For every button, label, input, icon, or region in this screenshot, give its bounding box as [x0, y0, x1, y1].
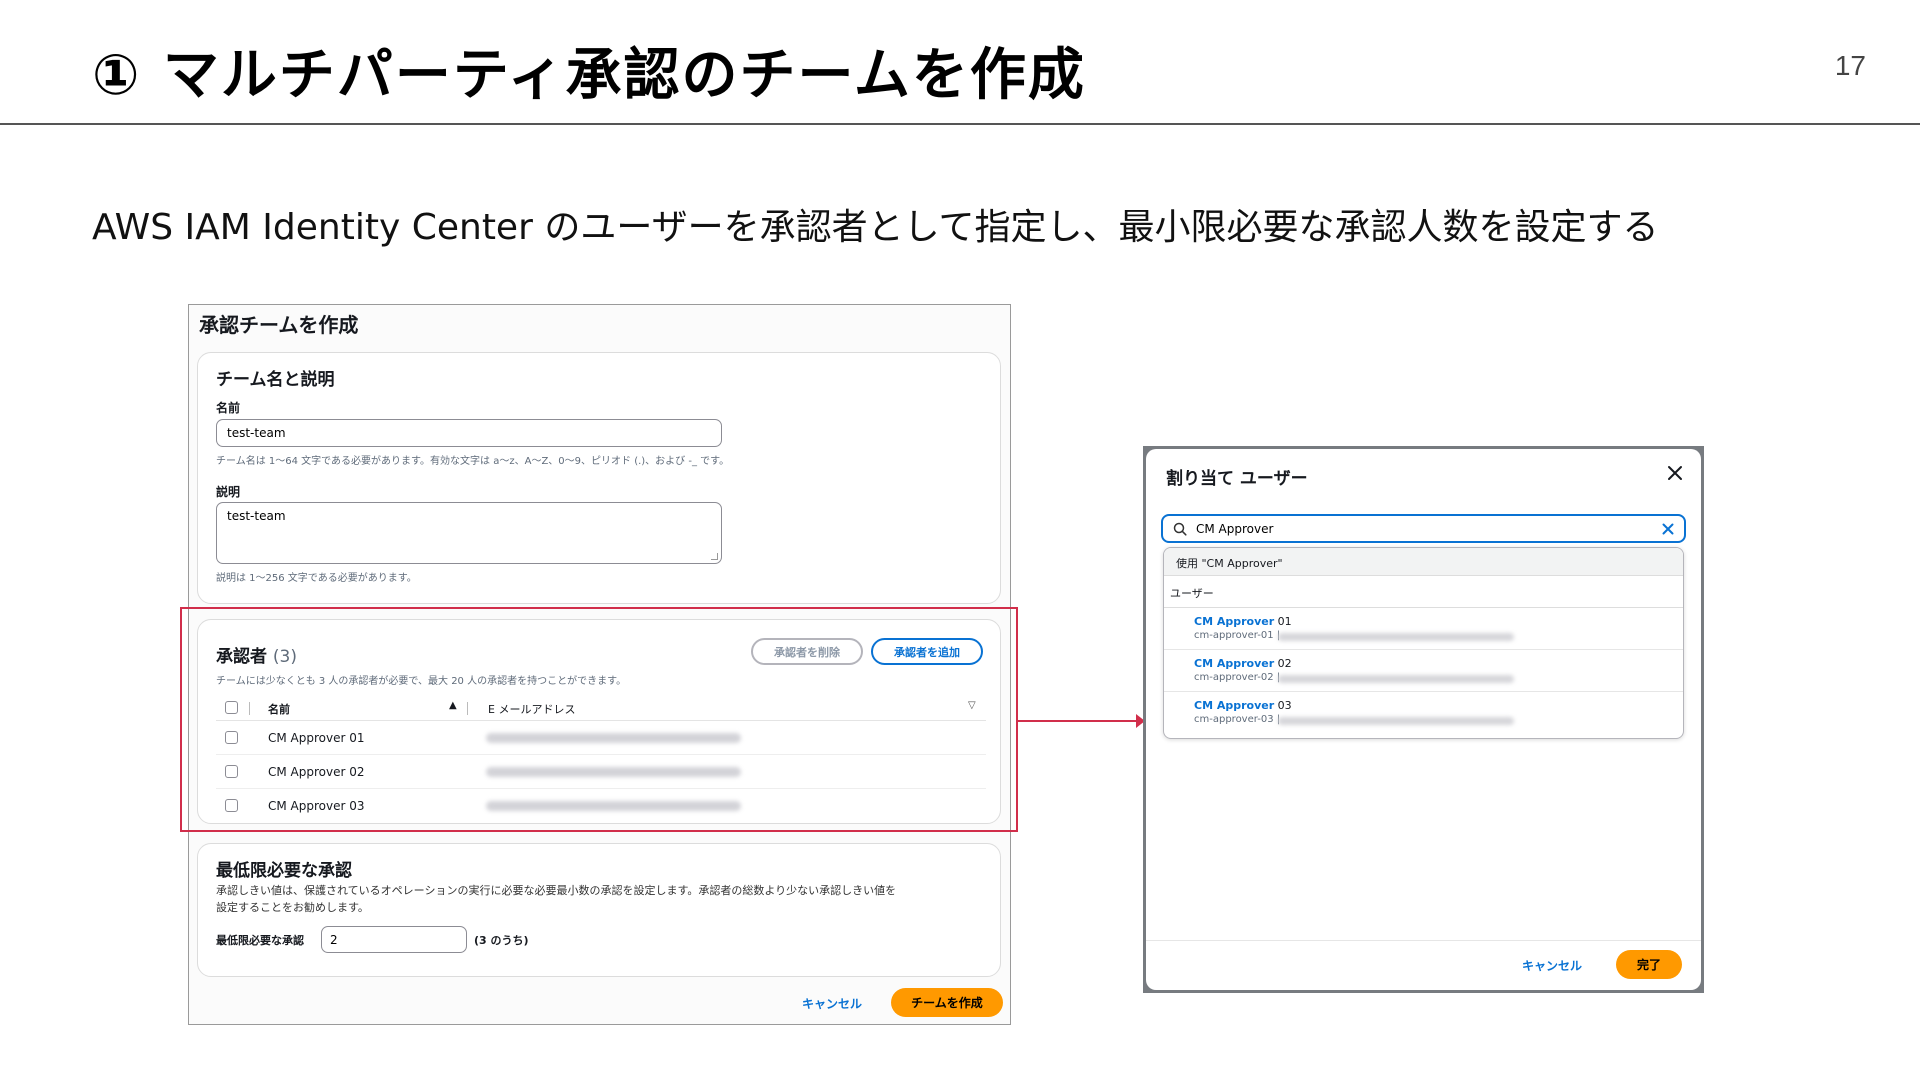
- threshold-description-line2: 設定することをお勧めします。: [216, 901, 369, 914]
- dropdown-user-option[interactable]: CM Approver 02 cm-approver-02 |: [1164, 650, 1683, 692]
- description-value: test-team: [227, 509, 286, 523]
- user-name-match: CM Approver: [1194, 615, 1275, 628]
- modal-done-button[interactable]: 完了: [1616, 950, 1682, 979]
- name-input[interactable]: test-team: [216, 419, 722, 447]
- user-email-redacted: [1278, 717, 1514, 725]
- team-name-card-title: チーム名と説明: [216, 370, 335, 390]
- threshold-description-line1: 承認しきい値は、保護されているオペレーションの実行に必要な必要最小数の承認を設定…: [216, 884, 897, 897]
- title-divider: [0, 123, 1920, 125]
- team-name-card: チーム名と説明 名前 test-team チーム名は 1〜64 文字である必要が…: [197, 352, 1001, 604]
- user-name-suffix: 01: [1274, 615, 1292, 628]
- create-team-heading: 承認チームを作成: [199, 313, 359, 337]
- user-option-email: cm-approver-02 |: [1194, 672, 1281, 683]
- use-search-option[interactable]: 使用 "CM Approver": [1164, 548, 1683, 576]
- user-name-match: CM Approver: [1194, 657, 1275, 670]
- description-hint: 説明は 1〜256 文字である必要があります。: [216, 573, 417, 584]
- dropdown-user-option[interactable]: CM Approver 03 cm-approver-03 |: [1164, 692, 1683, 734]
- user-option-email: cm-approver-01 |: [1194, 630, 1281, 641]
- arrow-line: [1018, 720, 1138, 722]
- description-textarea[interactable]: test-team: [216, 502, 722, 564]
- approvers-highlight-box: [180, 607, 1018, 832]
- page-number: 17: [1834, 50, 1866, 81]
- search-input[interactable]: CM Approver: [1196, 522, 1273, 536]
- threshold-input[interactable]: 2: [321, 926, 467, 953]
- dropdown-group-label: ユーザー: [1164, 576, 1683, 608]
- modal-footer-divider: [1146, 940, 1701, 941]
- user-email-redacted: [1278, 633, 1514, 641]
- threshold-card: 最低限必要な承認 承認しきい値は、保護されているオペレーションの実行に必要な必要…: [197, 843, 1001, 977]
- threshold-of-total: (3 のうち): [474, 934, 529, 947]
- user-name-suffix: 03: [1274, 699, 1292, 712]
- name-label: 名前: [216, 401, 241, 415]
- user-option-name: CM Approver 01: [1194, 615, 1292, 628]
- assign-users-panel: 割り当て ユーザー CM Approver 使用 "CM Approver" ユ…: [1143, 446, 1704, 993]
- resize-handle-icon[interactable]: [711, 553, 718, 560]
- user-option-email: cm-approver-03 |: [1194, 714, 1281, 725]
- name-hint: チーム名は 1〜64 文字である必要があります。有効な文字は a〜z、A〜Z、0…: [216, 456, 730, 467]
- user-option-name: CM Approver 03: [1194, 699, 1292, 712]
- user-email-redacted: [1278, 675, 1514, 683]
- clear-search-icon[interactable]: [1662, 523, 1674, 535]
- threshold-field-label: 最低限必要な承認: [216, 934, 304, 947]
- create-team-button[interactable]: チームを作成: [891, 988, 1003, 1017]
- search-icon: [1173, 522, 1187, 536]
- user-option-name: CM Approver 02: [1194, 657, 1292, 670]
- slide-subtitle: AWS IAM Identity Center のユーザーを承認者として指定し、…: [92, 207, 1659, 248]
- close-icon[interactable]: [1665, 463, 1685, 483]
- modal-cancel-button[interactable]: キャンセル: [1522, 957, 1582, 974]
- cancel-button[interactable]: キャンセル: [802, 995, 862, 1012]
- dropdown-user-option[interactable]: CM Approver 01 cm-approver-01 |: [1164, 608, 1683, 650]
- user-name-suffix: 02: [1274, 657, 1292, 670]
- user-search-dropdown: 使用 "CM Approver" ユーザー CM Approver 01 cm-…: [1163, 547, 1684, 739]
- user-search-field[interactable]: CM Approver: [1161, 514, 1686, 543]
- assign-users-modal: 割り当て ユーザー CM Approver 使用 "CM Approver" ユ…: [1146, 449, 1701, 990]
- modal-title: 割り当て ユーザー: [1166, 469, 1308, 489]
- slide-title: ① マルチパーティ承認のチームを作成: [92, 43, 1086, 108]
- threshold-card-title: 最低限必要な承認: [216, 861, 352, 881]
- user-name-match: CM Approver: [1194, 699, 1275, 712]
- description-label: 説明: [216, 485, 241, 499]
